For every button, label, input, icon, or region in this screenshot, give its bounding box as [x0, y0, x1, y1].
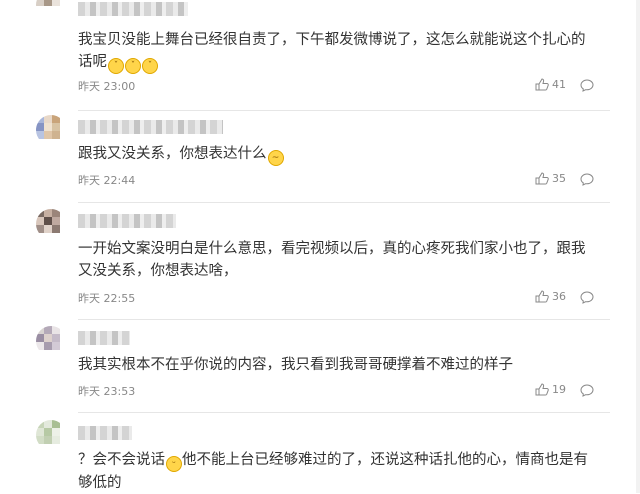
like-count: 36	[552, 290, 566, 303]
thumbs-up-icon	[535, 290, 549, 303]
reply-icon[interactable]	[580, 79, 594, 92]
reply-icon[interactable]	[580, 291, 594, 304]
like-count: 19	[552, 383, 566, 396]
like-button[interactable]: 41	[535, 78, 566, 91]
scrollbar-track[interactable]	[636, 0, 640, 493]
username-blurred[interactable]	[78, 426, 132, 440]
thumbs-up-icon	[535, 172, 549, 185]
reply-icon[interactable]	[580, 173, 594, 186]
comment-time: 昨天 23:00	[78, 80, 136, 93]
comment-text: 一开始文案没明白是什么意思，看完视频以后，真的心疼死我们家小也了，跟我又没关系，…	[78, 241, 586, 279]
crying-face-icon: ˇ	[142, 58, 158, 74]
thumbs-up-icon	[535, 383, 549, 396]
reply-icon[interactable]	[580, 384, 594, 397]
comment-time: 昨天 23:53	[78, 385, 136, 398]
like-button[interactable]: 35	[535, 172, 566, 185]
username-blurred[interactable]	[78, 2, 188, 16]
avatar[interactable]	[36, 209, 66, 239]
divider	[78, 110, 610, 111]
divider	[78, 202, 610, 203]
username-blurred[interactable]	[78, 331, 130, 345]
crying-face-icon: ˇ	[108, 58, 124, 74]
comment-text: 跟我又没关系，你想表达什么 ~	[78, 143, 598, 166]
smile-face-icon: ᵕ	[166, 456, 182, 472]
comment-time: 昨天 22:44	[78, 174, 136, 187]
confused-face-icon: ~	[267, 150, 284, 166]
divider	[78, 412, 610, 413]
avatar[interactable]	[36, 0, 66, 20]
like-button[interactable]: 36	[535, 290, 566, 303]
thumbs-up-icon	[535, 78, 549, 91]
comment-text: ？会不会说话 ᵕ 他不能上台已经够难过的了，还说这种话扎他的心，情商也是有够低的	[78, 452, 588, 491]
like-count: 35	[552, 172, 566, 185]
avatar[interactable]	[36, 115, 66, 145]
avatar[interactable]	[36, 326, 66, 356]
username-blurred[interactable]	[78, 120, 223, 134]
username-blurred[interactable]	[78, 214, 176, 228]
crying-face-icon: ˇ	[125, 58, 141, 74]
like-count: 41	[552, 78, 566, 91]
comment-text: 我宝贝没能上舞台已经很自责了，下午都发微博说了，这怎么就能说这个扎心的话呢 ˇ ˇ ˇ	[78, 29, 598, 74]
comment-time: 昨天 22:55	[78, 292, 136, 305]
comment-text: 我其实根本不在乎你说的内容，我只看到我哥哥硬撑着不难过的样子	[78, 357, 513, 373]
like-button[interactable]: 19	[535, 383, 566, 396]
avatar[interactable]	[36, 420, 66, 450]
divider	[78, 319, 610, 320]
